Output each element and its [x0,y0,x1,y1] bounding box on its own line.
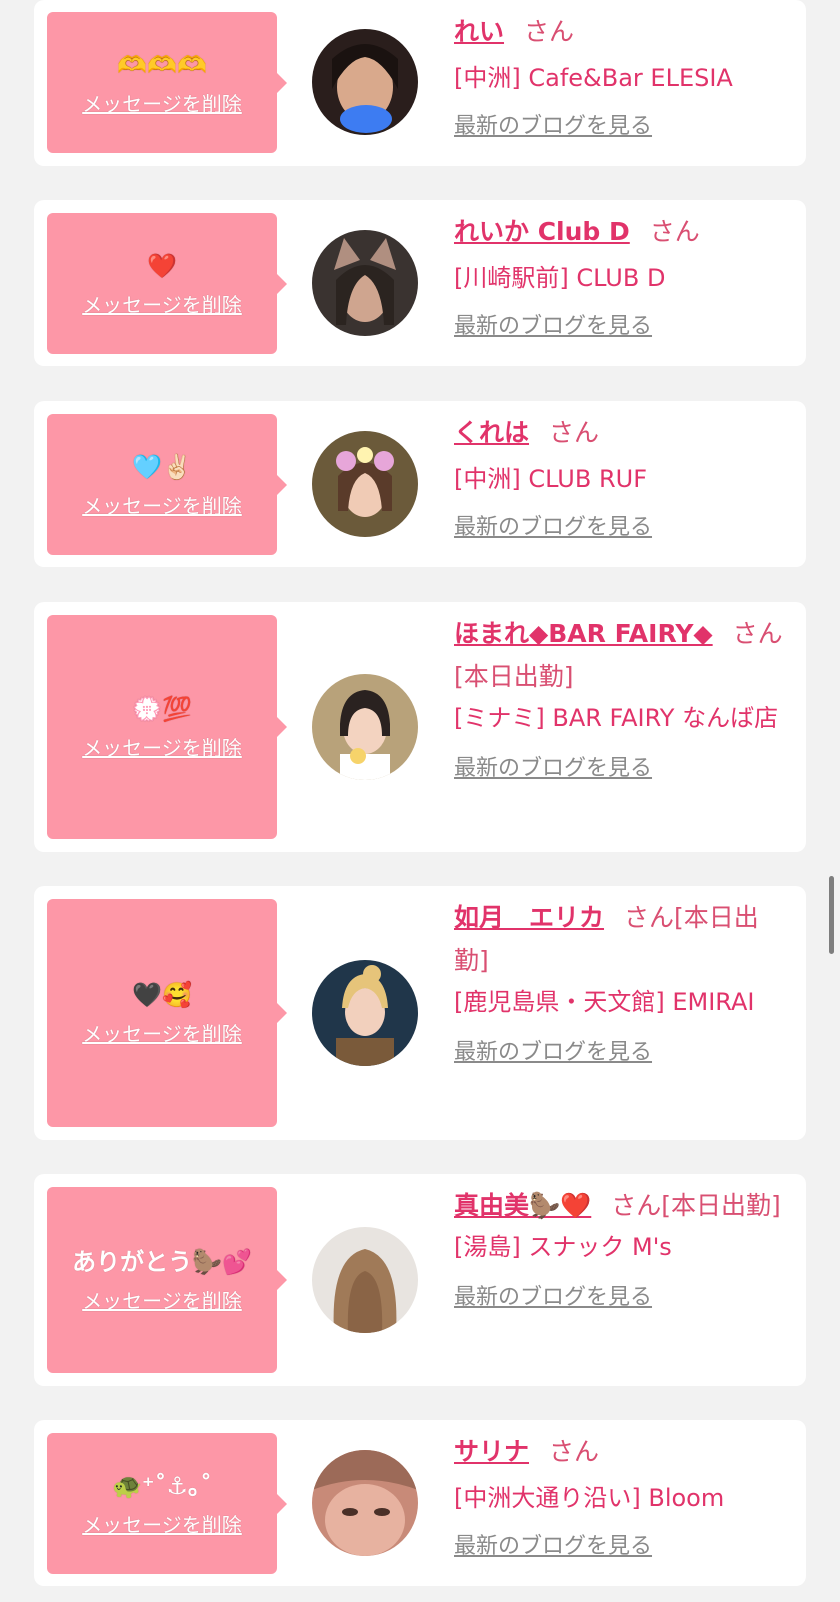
scrollbar-thumb[interactable] [829,876,834,954]
latest-blog-link[interactable]: 最新のブログを見る [454,513,652,543]
avatar[interactable] [312,431,418,537]
message-card: 🖤🥰 メッセージを削除 如月 エリカ さん[本日出勤] [鹿児島県・天文館] EM… [34,886,806,1140]
sender-name-link[interactable]: ほまれ◆BAR FAIRY◆ [454,619,713,648]
delete-message-link[interactable]: メッセージを削除 [82,1513,242,1537]
sender-name-link[interactable]: 真由美🦫❤️ [454,1191,591,1220]
sender-name-link[interactable]: れい [454,17,504,46]
shop-name: [湯島] スナック M's [454,1233,672,1261]
message-bubble: 🐢⁺˚⚓︎｡˚ メッセージを削除 [47,1433,287,1574]
shop-name: [ミナミ] BAR FAIRY なんば店 [454,704,779,732]
avatar[interactable] [312,960,418,1066]
delete-message-link[interactable]: メッセージを削除 [82,1289,242,1313]
delete-message-link[interactable]: メッセージを削除 [82,736,242,760]
sender-name-link[interactable]: くれは [454,418,529,447]
avatar[interactable] [312,1450,418,1556]
latest-blog-link[interactable]: 最新のブログを見る [454,754,652,784]
latest-blog-link[interactable]: 最新のブログを見る [454,1038,652,1068]
latest-blog-link[interactable]: 最新のブログを見る [454,1283,652,1313]
message-text: 🫶🫶🫶 [117,50,207,79]
sender-suffix: さん [524,17,575,46]
avatar[interactable] [312,29,418,135]
message-text: 🐢⁺˚⚓︎｡˚ [111,1471,213,1500]
sender-info: 如月 エリカ さん[本日出勤] [鹿児島県・天文館] EMIRAI 最新のブログを… [454,896,790,1068]
sender-suffix: さん [549,418,600,447]
message-list-page: 🫶🫶🫶 メッセージを削除 れい さん [中洲] Cafe&Bar ELESIA 最… [0,0,840,1602]
shop-name: [中洲大通り沿い] Bloom [454,1484,725,1512]
message-bubble: ❤️ メッセージを削除 [47,213,287,354]
shop-name: [川崎駅前] CLUB D [454,264,666,292]
message-bubble: ありがとう🦫💕 メッセージを削除 [47,1187,287,1373]
sender-info: サリナ さん [中洲大通り沿い] Bloom 最新のブログを見る [454,1430,790,1562]
message-card: 🩵✌🏻 メッセージを削除 くれは さん [中洲] CLUB RUF 最新のブログを… [34,401,806,567]
message-card: 🐢⁺˚⚓︎｡˚ メッセージを削除 サリナ さん [中洲大通り沿い] Bloom 最… [34,1420,806,1586]
delete-message-link[interactable]: メッセージを削除 [82,494,242,518]
message-text: 💮💯 [132,695,192,723]
shop-name: [中洲] Cafe&Bar ELESIA [454,64,733,92]
message-bubble: 🫶🫶🫶 メッセージを削除 [47,12,287,153]
message-bubble: 🩵✌🏻 メッセージを削除 [47,414,287,555]
latest-blog-link[interactable]: 最新のブログを見る [454,312,652,342]
delete-message-link[interactable]: メッセージを削除 [82,1022,242,1046]
sender-name-link[interactable]: サリナ [454,1437,529,1466]
message-text: 🩵✌🏻 [132,452,192,481]
message-bubble: 💮💯 メッセージを削除 [47,615,287,839]
sender-info: ほまれ◆BAR FAIRY◆ さん[本日出勤] [ミナミ] BAR FAIRY な… [454,612,790,784]
avatar[interactable] [312,674,418,780]
message-card: 🫶🫶🫶 メッセージを削除 れい さん [中洲] Cafe&Bar ELESIA 最… [34,0,806,166]
message-card: ありがとう🦫💕 メッセージを削除 真由美🦫❤️ さん[本日出勤] [湯島] スナッ… [34,1174,806,1386]
delete-message-link[interactable]: メッセージを削除 [82,92,242,116]
sender-name-link[interactable]: れいか Club D [454,217,630,246]
latest-blog-link[interactable]: 最新のブログを見る [454,112,652,142]
sender-info: れい さん [中洲] Cafe&Bar ELESIA 最新のブログを見る [454,10,790,142]
message-bubble: 🖤🥰 メッセージを削除 [47,899,287,1127]
message-card: 💮💯 メッセージを削除 ほまれ◆BAR FAIRY◆ さん[本日出勤] [ミナミ]… [34,602,806,852]
shop-name: [鹿児島県・天文館] EMIRAI [454,988,755,1016]
message-text: ありがとう🦫💕 [72,1248,252,1276]
avatar[interactable] [312,1227,418,1333]
sender-info: 真由美🦫❤️ さん[本日出勤] [湯島] スナック M's 最新のブログを見る [454,1184,790,1313]
shop-name: [中洲] CLUB RUF [454,465,647,493]
sender-suffix: さん [649,217,700,246]
message-card: ❤️ メッセージを削除 れいか Club D さん [川崎駅前] CLUB D 最… [34,200,806,366]
sender-suffix: さん[本日出勤] [611,1191,781,1220]
message-text: ❤️ [147,251,177,280]
sender-info: れいか Club D さん [川崎駅前] CLUB D 最新のブログを見る [454,210,790,342]
latest-blog-link[interactable]: 最新のブログを見る [454,1532,652,1562]
delete-message-link[interactable]: メッセージを削除 [82,293,242,317]
message-text: 🖤🥰 [132,981,192,1009]
sender-suffix: さん [549,1437,600,1466]
avatar[interactable] [312,230,418,336]
sender-name-link[interactable]: 如月 エリカ [454,903,604,932]
sender-info: くれは さん [中洲] CLUB RUF 最新のブログを見る [454,411,790,543]
